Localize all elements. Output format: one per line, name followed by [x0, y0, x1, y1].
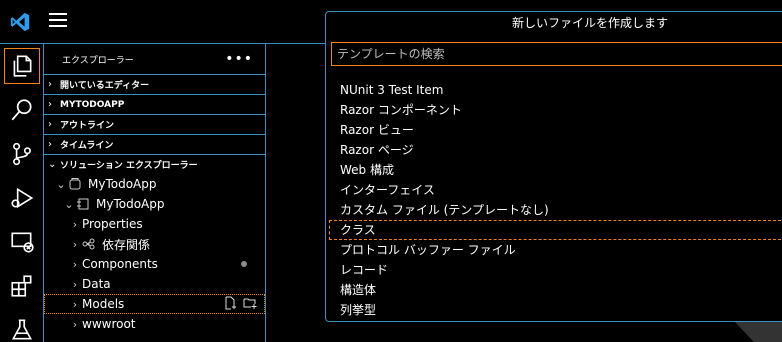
- chevron-right-icon: ›: [72, 257, 78, 271]
- list-item[interactable]: インターフェイス: [329, 180, 782, 200]
- vscode-logo-icon[interactable]: [9, 11, 31, 33]
- chevron-right-icon: ›: [72, 217, 78, 231]
- row-actions: [223, 296, 257, 310]
- list-item[interactable]: NUnit 3 Test Item: [329, 80, 782, 100]
- tree-item-label: Properties: [82, 217, 143, 231]
- chevron-right-icon: ›: [48, 79, 52, 90]
- search-icon[interactable]: [0, 88, 44, 132]
- new-file-icon[interactable]: [223, 296, 237, 310]
- tree-item-data[interactable]: › Data: [44, 274, 265, 294]
- explorer-title: エクスプローラー: [62, 55, 134, 66]
- tree-item-components[interactable]: › Components: [44, 254, 265, 274]
- tree-item-label: Models: [82, 297, 125, 311]
- list-item[interactable]: プロトコル バッファー ファイル: [329, 240, 782, 260]
- section-timeline[interactable]: › タイムライン: [44, 134, 265, 154]
- chevron-down-icon: ⌄: [48, 159, 57, 170]
- list-item[interactable]: [329, 70, 782, 80]
- tree-item-models[interactable]: › Models: [44, 294, 265, 314]
- tree-item-project[interactable]: ⌄ MyTodoApp: [44, 194, 265, 214]
- tree-item-dependencies[interactable]: › 依存関係: [44, 234, 265, 254]
- section-label: アウトライン: [60, 121, 115, 131]
- list-item[interactable]: Razor ページ: [329, 140, 782, 160]
- tree-item-solution[interactable]: ⌄ MyTodoApp: [44, 174, 265, 194]
- tree-item-label: wwwroot: [82, 317, 136, 331]
- remote-explorer-icon[interactable]: [0, 220, 44, 264]
- section-label: ソリューション エクスプローラー: [60, 161, 198, 171]
- chevron-down-icon: ⌄: [56, 177, 66, 191]
- tree-item-label: 依存関係: [102, 237, 151, 252]
- chevron-right-icon: ›: [48, 139, 52, 150]
- list-item[interactable]: Web 構成: [329, 160, 782, 180]
- list-item[interactable]: 列挙型: [329, 300, 782, 320]
- solution-icon: [69, 178, 81, 190]
- source-control-icon[interactable]: [0, 132, 44, 176]
- project-icon: [77, 198, 89, 210]
- template-list: NUnit 3 Test Item Razor コンポーネント Razor ビュ…: [329, 70, 782, 320]
- extensions-icon[interactable]: [0, 264, 44, 308]
- list-item[interactable]: Razor ビュー: [329, 120, 782, 140]
- section-label: 開いているエディター: [60, 81, 150, 91]
- section-outline[interactable]: › アウトライン: [44, 114, 265, 134]
- new-file-quick-pick: 新しいファイルを作成します NUnit 3 Test Item Razor コン…: [325, 11, 782, 322]
- section-open-editors[interactable]: › 開いているエディター: [44, 74, 265, 94]
- chevron-down-icon: ⌄: [64, 197, 74, 211]
- chevron-right-icon: ›: [72, 317, 78, 331]
- tree-item-label: Components: [82, 257, 158, 271]
- section-solution-explorer[interactable]: ⌄ ソリューション エクスプローラー: [44, 154, 265, 174]
- list-item[interactable]: レコード: [329, 260, 782, 280]
- explorer-sidebar: エクスプローラー ••• › 開いているエディター › MYTODOAPP › …: [44, 44, 266, 342]
- activity-bar: [0, 44, 44, 342]
- new-folder-icon[interactable]: [243, 296, 257, 310]
- testing-icon[interactable]: [0, 308, 44, 342]
- chevron-right-icon: ›: [72, 297, 78, 311]
- section-label: タイムライン: [60, 141, 114, 151]
- modified-dot-icon: [241, 261, 247, 267]
- tree-item-label: MyTodoApp: [88, 177, 157, 191]
- list-item-selected[interactable]: クラス: [329, 220, 782, 240]
- section-workspace[interactable]: › MYTODOAPP: [44, 94, 265, 114]
- chevron-right-icon: ›: [72, 277, 78, 291]
- more-actions-icon[interactable]: •••: [225, 51, 253, 67]
- tree-item-label: MyTodoApp: [96, 197, 165, 211]
- template-search-input[interactable]: [331, 42, 782, 66]
- explorer-icon[interactable]: [4, 48, 40, 84]
- run-debug-icon[interactable]: [0, 176, 44, 220]
- quick-pick-title: 新しいファイルを作成します: [511, 16, 668, 30]
- chevron-right-icon: ›: [72, 237, 78, 251]
- list-item[interactable]: カスタム ファイル (テンプレートなし): [329, 200, 782, 220]
- chevron-right-icon: ›: [48, 99, 52, 110]
- list-item[interactable]: 構造体: [329, 280, 782, 300]
- tree-item-wwwroot[interactable]: › wwwroot: [44, 314, 265, 334]
- tree-item-properties[interactable]: › Properties: [44, 214, 265, 234]
- editor-background-shape: [735, 322, 782, 342]
- tree-item-label: Data: [82, 277, 111, 291]
- chevron-right-icon: ›: [48, 119, 52, 130]
- list-item[interactable]: Razor コンポーネント: [329, 100, 782, 120]
- explorer-header: エクスプローラー •••: [44, 44, 265, 74]
- section-label: MYTODOAPP: [60, 99, 125, 110]
- dependencies-icon: [82, 238, 95, 250]
- menu-icon[interactable]: [49, 13, 67, 31]
